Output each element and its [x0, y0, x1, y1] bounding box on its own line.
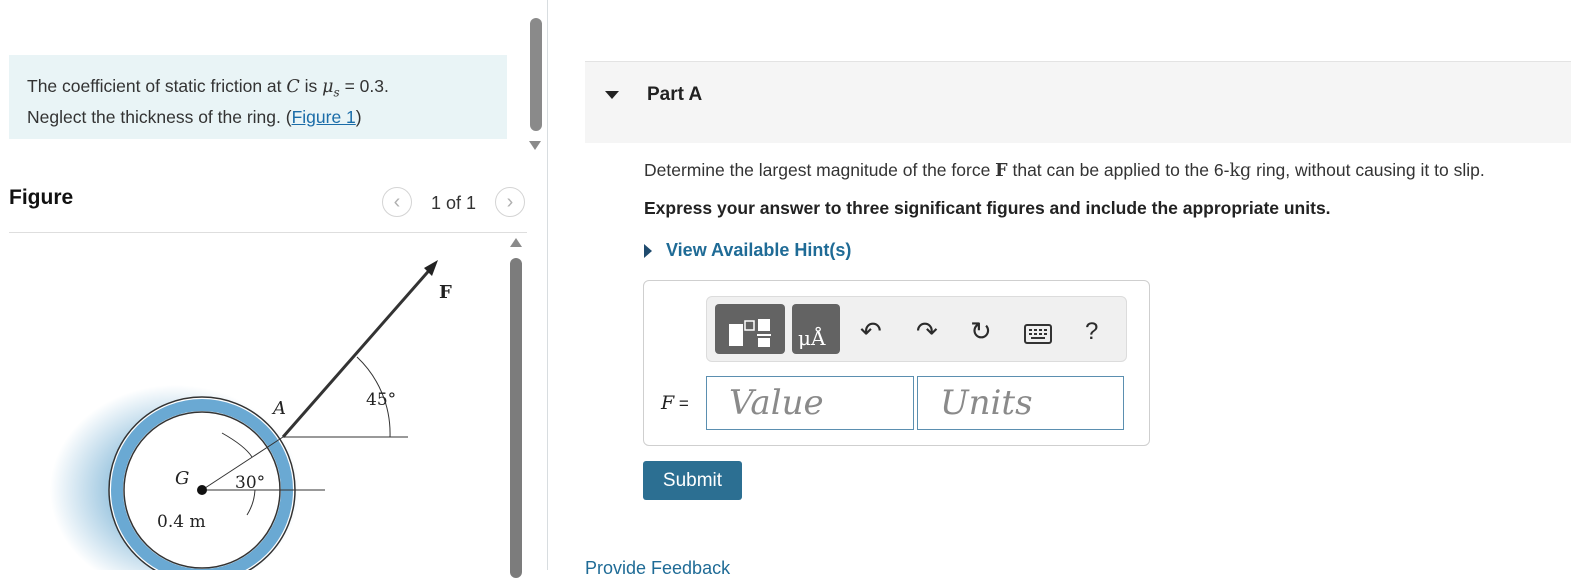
templates-button[interactable] — [715, 304, 785, 354]
angle-45-label: 45° — [366, 390, 396, 410]
figure-title: Figure — [9, 186, 74, 209]
help-icon[interactable]: ? — [1085, 318, 1098, 346]
units-input[interactable] — [917, 376, 1124, 430]
chevron-left-icon: ‹ — [393, 190, 401, 213]
figure-scroll-up-arrow[interactable] — [510, 238, 522, 247]
figure-link[interactable]: Figure 1 — [292, 107, 356, 127]
part-a-header[interactable] — [585, 61, 1571, 143]
instruction-text: Express your answer to three significant… — [644, 198, 1331, 218]
question-unit: kg — [1229, 161, 1252, 181]
redo-icon[interactable]: ↷ — [916, 316, 938, 347]
answer-equals: = — [674, 394, 689, 413]
force-label: F — [439, 282, 452, 303]
scroll-down-arrow[interactable] — [529, 141, 541, 150]
part-title: Part A — [647, 84, 703, 105]
question-mid: that can be applied to the 6- — [1007, 160, 1230, 180]
view-hints-link[interactable]: View Available Hint(s) — [666, 240, 851, 261]
force-line — [281, 265, 435, 438]
keyboard-button[interactable] — [1024, 323, 1052, 350]
question-text: Determine the largest magnitude of the f… — [644, 160, 1485, 181]
point-g-label: G — [175, 468, 189, 489]
units-icon: μÅ — [798, 326, 826, 350]
angle-30-label: 30° — [235, 473, 265, 493]
pane-divider[interactable] — [547, 0, 548, 570]
value-input[interactable] — [706, 376, 914, 430]
ring-diagram: F 45° A G 30° 0.4 m — [50, 260, 452, 570]
hint-caret-icon[interactable] — [644, 244, 652, 258]
provide-feedback-link[interactable]: Provide Feedback — [585, 558, 730, 579]
paren-close: ) — [355, 106, 362, 127]
radius-label: 0.4 m — [157, 512, 206, 532]
figure-divider — [9, 232, 527, 233]
problem-scrollbar-thumb[interactable] — [530, 18, 542, 131]
chevron-right-icon: › — [506, 190, 514, 213]
problem-line-2: Neglect the thickness of the ring. ( — [27, 106, 292, 127]
mu-symbol: μ — [322, 77, 334, 97]
reset-icon[interactable]: ↻ — [970, 316, 992, 347]
question-pre: Determine the largest magnitude of the f… — [644, 160, 996, 180]
question-var-f: F — [995, 161, 1008, 181]
keyboard-icon — [1024, 324, 1052, 344]
problem-value: = 0.3. — [339, 76, 389, 96]
prev-figure-button[interactable]: ‹ — [382, 187, 412, 217]
variable-mu: μs — [322, 77, 340, 100]
variable-c: C — [286, 77, 300, 97]
submit-button[interactable]: Submit — [643, 461, 742, 500]
answer-label: F = — [661, 392, 689, 414]
undo-icon[interactable]: ↶ — [860, 316, 882, 347]
point-a-label: A — [271, 398, 286, 419]
answer-variable: F — [661, 392, 675, 414]
figure-scrollbar-thumb[interactable] — [510, 258, 522, 578]
question-post: ring, without causing it to slip. — [1251, 160, 1485, 180]
center-point — [197, 485, 207, 495]
problem-text-is: is — [299, 76, 323, 96]
units-button[interactable]: μÅ — [792, 304, 840, 354]
problem-statement: The coefficient of static friction at C … — [27, 74, 497, 129]
collapse-caret-icon[interactable] — [605, 91, 619, 99]
templates-icon — [729, 319, 771, 347]
problem-text: The coefficient of static friction at — [27, 76, 287, 96]
figure-pager: 1 of 1 — [431, 193, 477, 213]
next-figure-button[interactable]: › — [495, 187, 525, 217]
